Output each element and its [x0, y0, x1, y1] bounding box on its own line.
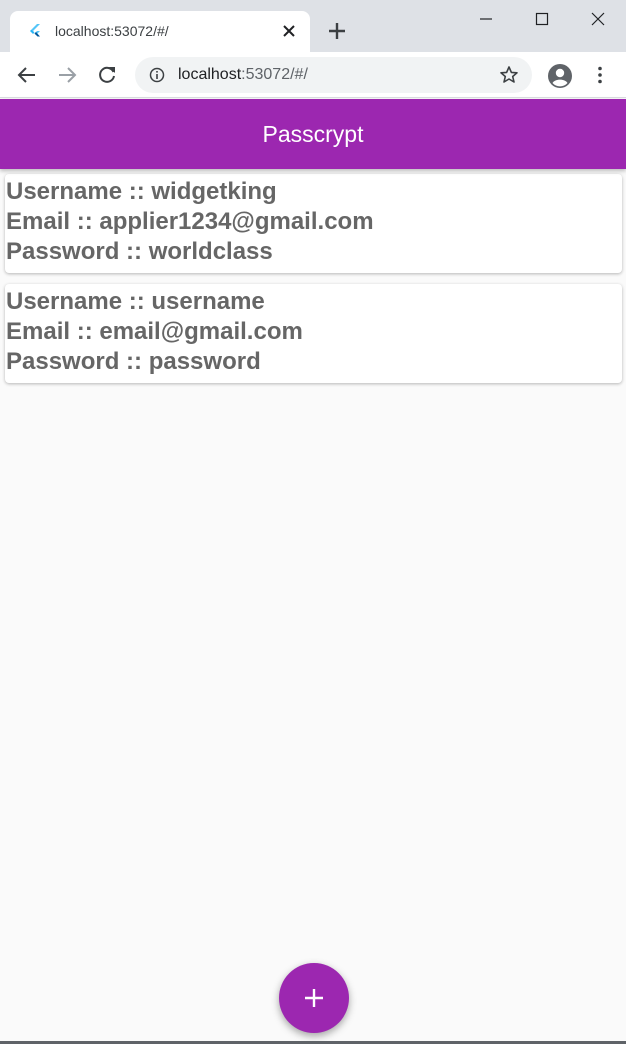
- email-text: Email :: applier1234@gmail.com: [6, 208, 374, 235]
- forward-arrow-icon[interactable]: [56, 64, 78, 86]
- browser-tab[interactable]: localhost:53072/#/: [10, 11, 310, 52]
- app-title: Passcrypt: [262, 121, 364, 147]
- new-tab-icon[interactable]: [326, 20, 348, 42]
- address-bar[interactable]: localhost:53072/#/: [135, 57, 532, 93]
- plus-icon: [305, 989, 323, 1007]
- username-text: Username :: username: [6, 288, 265, 315]
- password-text: Password :: worldclass: [6, 238, 273, 265]
- tab-title: localhost:53072/#/: [55, 23, 169, 39]
- add-entry-button[interactable]: [279, 963, 349, 1033]
- browser-menu-icon[interactable]: [589, 64, 611, 86]
- browser-toolbar: localhost:53072/#/: [0, 52, 626, 98]
- url-host: localhost: [178, 66, 242, 83]
- app-bar: Passcrypt: [0, 99, 626, 169]
- username-text: Username :: widgetking: [6, 178, 277, 205]
- close-tab-icon[interactable]: [280, 22, 298, 40]
- profile-avatar-icon[interactable]: [547, 63, 573, 89]
- site-info-icon[interactable]: [149, 67, 165, 83]
- credential-card[interactable]: Username :: username Email :: email@gmai…: [5, 284, 622, 383]
- browser-tabstrip: localhost:53072/#/: [0, 0, 626, 52]
- close-window-icon[interactable]: [570, 0, 626, 36]
- url-text: localhost:53072/#/: [178, 66, 308, 84]
- reload-icon[interactable]: [96, 64, 118, 86]
- password-text: Password :: password: [6, 348, 261, 375]
- back-arrow-icon[interactable]: [16, 64, 38, 86]
- maximize-window-icon[interactable]: [514, 0, 570, 36]
- url-path: :53072/#/: [241, 66, 308, 83]
- minimize-window-icon[interactable]: [458, 0, 514, 36]
- email-text: Email :: email@gmail.com: [6, 318, 303, 345]
- bookmark-star-icon[interactable]: [499, 65, 519, 85]
- credential-card[interactable]: Username :: widgetking Email :: applier1…: [5, 174, 622, 273]
- flutter-logo-icon: [28, 23, 44, 39]
